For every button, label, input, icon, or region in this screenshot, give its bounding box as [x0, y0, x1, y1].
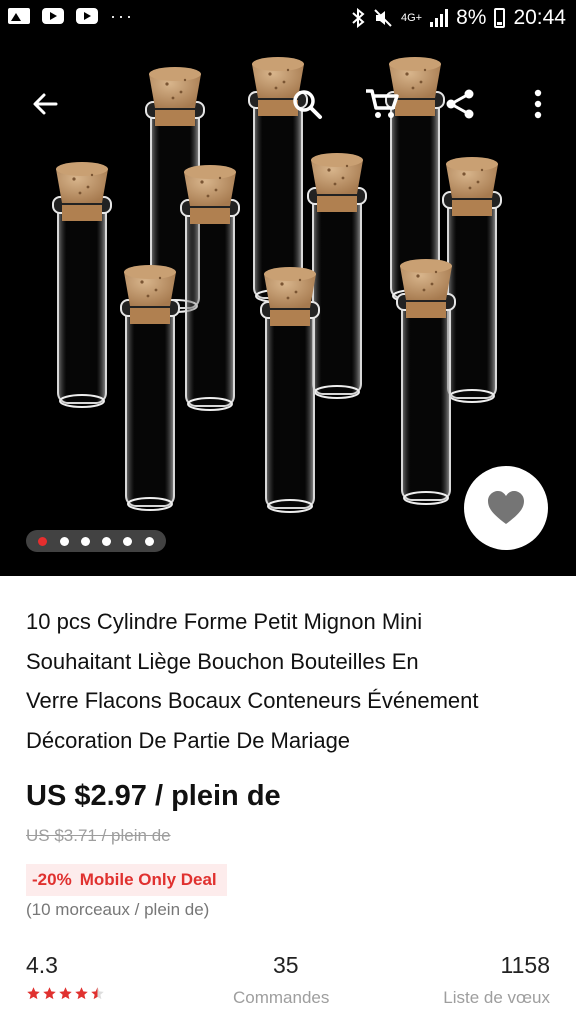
cart-icon [366, 89, 399, 118]
search-button[interactable] [285, 82, 329, 126]
discount-percent: -20% [32, 870, 72, 889]
product-image-gallery[interactable] [0, 38, 576, 576]
rating-value: 4.3 [26, 952, 58, 978]
heart-icon [488, 491, 524, 524]
pagination-dot[interactable] [80, 536, 90, 546]
original-price: US $3.71 / plein de [26, 826, 171, 845]
product-title: 10 pcs Cylindre Forme Petit Mignon Mini … [26, 602, 556, 760]
star-icon [59, 987, 72, 1000]
system-icons: 4G+ 8% 20:44 [351, 6, 566, 30]
current-price: US $2.97 / plein de [26, 780, 281, 812]
title-line: 10 pcs Cylindre Forme Petit Mignon Mini [26, 609, 423, 634]
rating-stars[interactable] [26, 986, 105, 1001]
pagination-dot[interactable] [144, 536, 154, 546]
orders-label[interactable]: Commandes [233, 988, 329, 1008]
search-icon [293, 90, 322, 119]
wishlist-count[interactable]: 1158 [501, 952, 550, 979]
battery-percent: 8% [456, 6, 487, 29]
mute-icon [374, 9, 392, 27]
more-vert-icon [534, 89, 542, 119]
arrow-left-icon [33, 93, 58, 115]
star-icon [75, 987, 88, 1000]
pagination-dot[interactable] [59, 536, 69, 546]
gallery-icon [8, 8, 30, 24]
star-icon [27, 987, 40, 1000]
wishlist-button[interactable] [464, 466, 548, 550]
title-line: Décoration De Partie De Mariage [26, 727, 351, 753]
deal-badge: -20% Mobile Only Deal [26, 864, 227, 896]
unit-info: (10 morceaux / plein de) [26, 900, 210, 919]
wishlist-label[interactable]: Liste de vœux [443, 988, 550, 1008]
pagination-dot[interactable] [123, 536, 133, 546]
status-bar: ··· 4G+ 8% 20:44 [0, 0, 576, 38]
orders-count[interactable]: 35 [273, 952, 299, 979]
pagination-dot[interactable] [102, 536, 112, 546]
deal-label: Mobile Only Deal [79, 870, 217, 889]
pagination-dot-active[interactable] [38, 536, 48, 546]
star-icon [43, 987, 56, 1000]
share-button[interactable] [438, 82, 482, 126]
title-line: Souhaitant Liège Bouchon Bouteilles En [26, 648, 419, 674]
image-pagination[interactable] [26, 530, 166, 552]
youtube-icon [42, 8, 64, 24]
bluetooth-icon [352, 8, 365, 28]
battery-icon [494, 8, 506, 28]
clock: 20:44 [513, 6, 566, 29]
signal-icon [430, 9, 449, 27]
star-icon [91, 987, 104, 1000]
product-stats: 4.3 35 Commandes 1158 Liste de vœux [0, 950, 576, 1024]
youtube-icon [76, 8, 98, 24]
more-menu-button[interactable] [516, 82, 560, 126]
share-icon [446, 89, 474, 119]
notification-icons: ··· [8, 6, 134, 26]
title-line: Verre Flacons Bocaux Conteneurs Événemen… [26, 688, 479, 713]
back-button[interactable] [23, 82, 67, 126]
more-notifications-icon: ··· [110, 6, 134, 26]
network-type: 4G+ [400, 12, 423, 24]
cart-button[interactable] [360, 82, 404, 126]
